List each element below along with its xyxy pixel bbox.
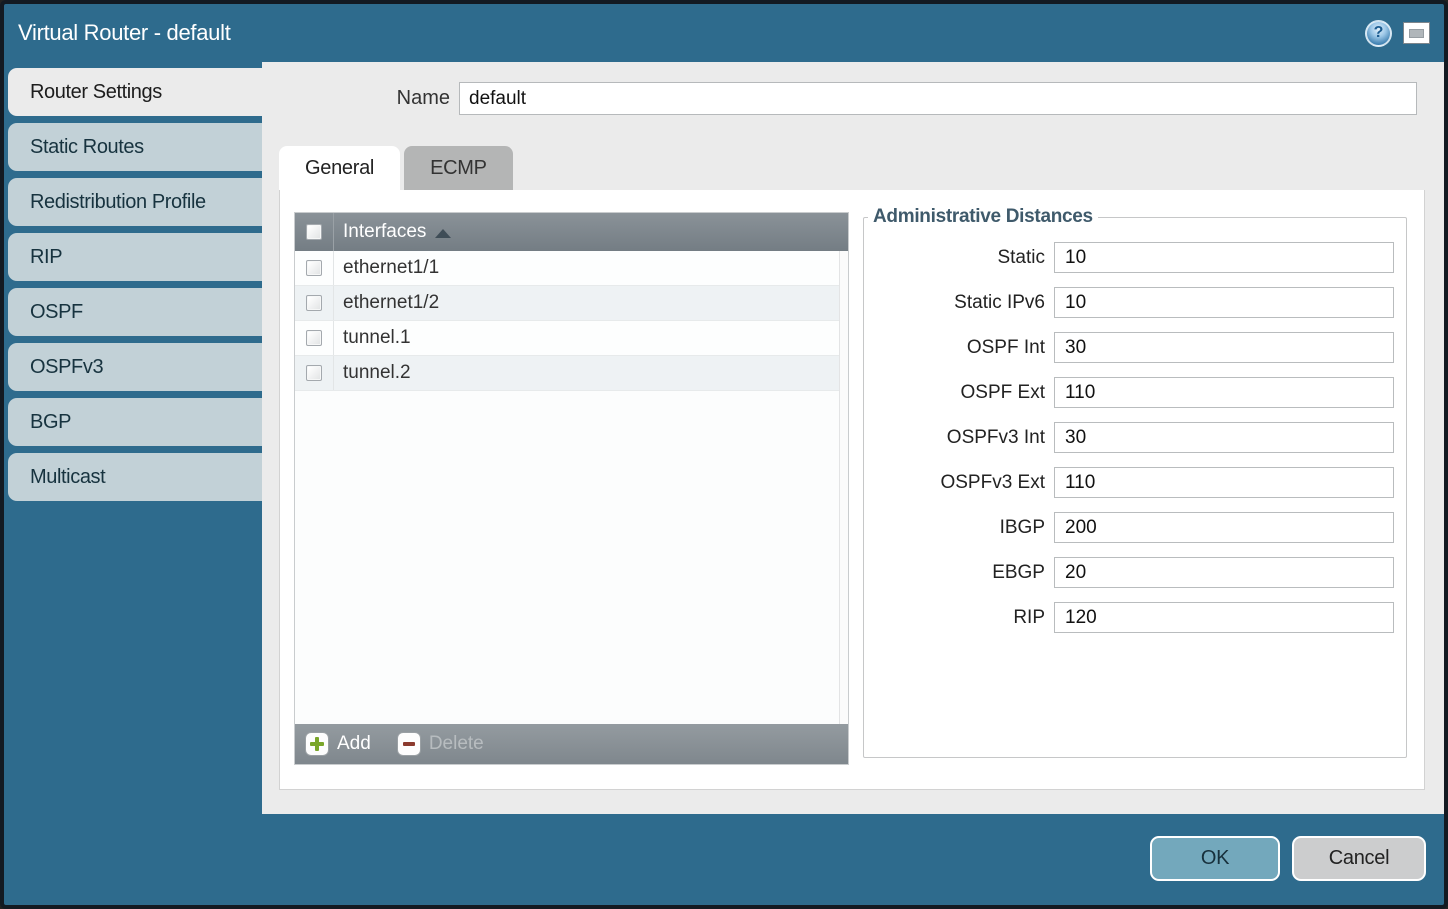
add-button-label: Add (337, 733, 371, 755)
title-bar: Virtual Router - default ? (4, 4, 1444, 62)
sidebar-nav: Router Settings Static Routes Redistribu… (8, 68, 262, 508)
sidebar-item-label: RIP (30, 246, 62, 269)
sort-ascending-icon (435, 229, 451, 238)
rip-label: RIP (864, 607, 1054, 629)
rip-field[interactable] (1054, 602, 1394, 633)
ibgp-label: IBGP (864, 517, 1054, 539)
sidebar-item-redistribution-profile[interactable]: Redistribution Profile (8, 178, 262, 226)
delete-button[interactable]: Delete (397, 732, 484, 756)
tab-general[interactable]: General (279, 146, 400, 190)
field-row: RIP (864, 602, 1406, 633)
static-ipv6-field[interactable] (1054, 287, 1394, 318)
select-all-checkbox[interactable] (306, 224, 322, 240)
row-checkbox[interactable] (306, 365, 322, 381)
general-tab-panel: Interfaces ethernet1/1 ethernet (279, 190, 1425, 790)
sidebar-item-label: Multicast (30, 466, 105, 489)
row-checkbox[interactable] (306, 295, 322, 311)
name-label: Name (262, 87, 459, 110)
sidebar-item-ospf[interactable]: OSPF (8, 288, 262, 336)
row-checkbox-cell (295, 356, 334, 390)
static-field[interactable] (1054, 242, 1394, 273)
row-checkbox[interactable] (306, 330, 322, 346)
interfaces-rows: ethernet1/1 ethernet1/2 tunnel.1 (295, 251, 839, 724)
field-row: IBGP (864, 512, 1406, 543)
field-row: OSPFv3 Ext (864, 467, 1406, 498)
sidebar-item-label: OSPFv3 (30, 356, 103, 379)
tab-ecmp[interactable]: ECMP (404, 146, 513, 190)
window-icon-inner (1409, 29, 1424, 38)
field-row: EBGP (864, 557, 1406, 588)
add-button[interactable]: Add (305, 732, 371, 756)
ospf-int-field[interactable] (1054, 332, 1394, 363)
sidebar-item-label: BGP (30, 411, 71, 434)
sidebar-item-label: Router Settings (30, 81, 162, 104)
row-checkbox-cell (295, 286, 334, 320)
ospfv3-int-label: OSPFv3 Int (864, 427, 1054, 449)
interface-name: tunnel.2 (343, 362, 411, 384)
ebgp-field[interactable] (1054, 557, 1394, 588)
ospfv3-ext-field[interactable] (1054, 467, 1394, 498)
interfaces-column-header[interactable]: Interfaces (343, 221, 426, 243)
tab-label: General (305, 157, 374, 180)
add-plus-icon (305, 732, 329, 756)
row-checkbox-cell (295, 321, 334, 355)
row-checkbox[interactable] (306, 260, 322, 276)
static-label: Static (864, 247, 1054, 269)
table-scrollbar[interactable] (839, 251, 848, 724)
cancel-button[interactable]: Cancel (1292, 836, 1426, 881)
ospf-ext-field[interactable] (1054, 377, 1394, 408)
window-icon[interactable] (1403, 22, 1430, 44)
interface-name: ethernet1/2 (343, 292, 439, 314)
row-checkbox-cell (295, 251, 334, 285)
name-input[interactable] (459, 82, 1417, 115)
help-icon[interactable]: ? (1365, 20, 1392, 47)
content-area: Name General ECMP Interfaces (262, 62, 1444, 814)
administrative-distances-fieldset: Administrative Distances Static Static I… (863, 206, 1407, 758)
delete-minus-icon (397, 732, 421, 756)
ok-button[interactable]: OK (1150, 836, 1280, 881)
field-row: OSPFv3 Int (864, 422, 1406, 453)
field-row: OSPF Int (864, 332, 1406, 363)
administrative-distances-legend: Administrative Distances (868, 206, 1098, 228)
sidebar-item-label: Redistribution Profile (30, 191, 206, 214)
ospf-ext-label: OSPF Ext (864, 382, 1054, 404)
ospfv3-ext-label: OSPFv3 Ext (864, 472, 1054, 494)
ospfv3-int-field[interactable] (1054, 422, 1394, 453)
virtual-router-dialog: Virtual Router - default ? Router Settin… (0, 0, 1448, 909)
interface-name: ethernet1/1 (343, 257, 439, 279)
ospf-int-label: OSPF Int (864, 337, 1054, 359)
interfaces-table-header[interactable]: Interfaces (295, 213, 848, 251)
static-ipv6-label: Static IPv6 (864, 292, 1054, 314)
interface-name: tunnel.1 (343, 327, 411, 349)
sidebar-item-router-settings[interactable]: Router Settings (8, 68, 262, 116)
sidebar-item-label: Static Routes (30, 136, 144, 159)
ibgp-field[interactable] (1054, 512, 1394, 543)
sidebar-item-multicast[interactable]: Multicast (8, 453, 262, 501)
titlebar-icons: ? (1365, 20, 1430, 47)
table-row[interactable]: ethernet1/1 (295, 251, 839, 286)
dialog-title: Virtual Router - default (18, 20, 1365, 46)
field-row: Static (864, 242, 1406, 273)
tab-label: ECMP (430, 157, 487, 180)
name-row: Name (262, 82, 1444, 115)
sidebar-item-bgp[interactable]: BGP (8, 398, 262, 446)
table-row[interactable]: tunnel.2 (295, 356, 839, 391)
table-row[interactable]: ethernet1/2 (295, 286, 839, 321)
sidebar-item-rip[interactable]: RIP (8, 233, 262, 281)
tab-strip: General ECMP (279, 146, 513, 190)
sidebar-item-label: OSPF (30, 301, 83, 324)
header-checkbox-cell (295, 213, 334, 251)
field-row: OSPF Ext (864, 377, 1406, 408)
sidebar-item-static-routes[interactable]: Static Routes (8, 123, 262, 171)
ebgp-label: EBGP (864, 562, 1054, 584)
delete-button-label: Delete (429, 733, 484, 755)
table-row[interactable]: tunnel.1 (295, 321, 839, 356)
sidebar-item-ospfv3[interactable]: OSPFv3 (8, 343, 262, 391)
field-row: Static IPv6 (864, 287, 1406, 318)
interfaces-table: Interfaces ethernet1/1 ethernet (294, 212, 849, 765)
table-footer: Add Delete (295, 724, 848, 764)
